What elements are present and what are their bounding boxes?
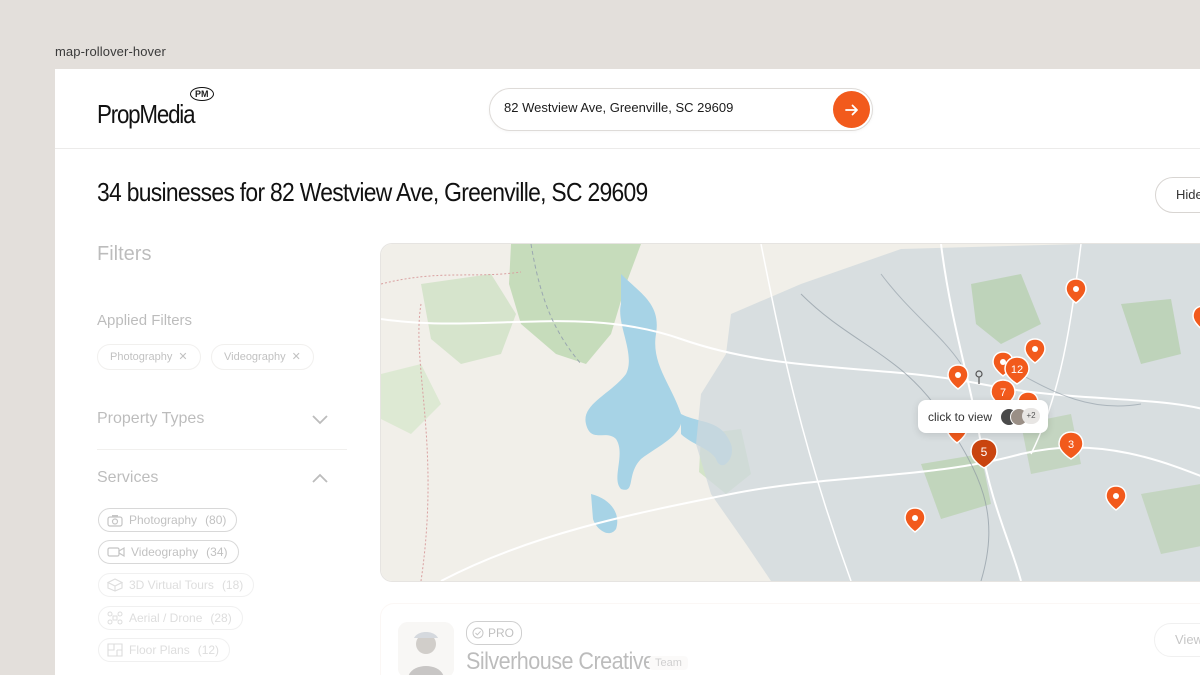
close-icon[interactable]: ✕: [292, 351, 301, 363]
results-map[interactable]: 12 7 5 3: [380, 243, 1200, 582]
chevron-up-icon[interactable]: [311, 472, 329, 484]
service-chip-videography[interactable]: Videography (34): [98, 540, 239, 564]
business-name[interactable]: Silverhouse Creative: [466, 648, 655, 675]
top-bar: PropMedia PM: [55, 69, 1200, 149]
service-chip-floor-plans[interactable]: Floor Plans (12): [98, 638, 231, 662]
chevron-down-icon[interactable]: [311, 414, 329, 426]
video-icon: [107, 546, 125, 558]
camera-icon: [107, 514, 123, 527]
property-types-toggle[interactable]: Property Types: [97, 410, 204, 428]
frame-label: map-rollover-hover: [55, 44, 166, 59]
close-icon[interactable]: ✕: [178, 351, 187, 363]
business-avatar: [398, 622, 454, 675]
3d-tour-icon: [107, 578, 123, 592]
service-label: Photography: [129, 513, 198, 527]
chip-label: Photography: [110, 351, 173, 363]
cluster-count: 5: [981, 445, 988, 459]
address-search: [489, 88, 873, 131]
service-label: 3D Virtual Tours: [129, 578, 214, 592]
service-label: Videography: [131, 545, 199, 559]
view-profile-button[interactable]: View: [1154, 623, 1200, 657]
filters-title: Filters: [97, 243, 152, 265]
divider: [97, 449, 347, 450]
applied-filters-title: Applied Filters: [97, 312, 193, 329]
cluster-count: 12: [1011, 364, 1023, 376]
search-input[interactable]: [504, 100, 814, 115]
map-hover-tooltip[interactable]: click to view +2: [918, 400, 1048, 433]
tooltip-avatars: +2: [1000, 408, 1040, 426]
result-card[interactable]: PRO Silverhouse Creative Team View: [380, 603, 1200, 675]
map-canvas[interactable]: 12 7 5 3: [381, 244, 1200, 581]
search-submit-button[interactable]: [833, 91, 870, 128]
service-label: Floor Plans: [129, 643, 190, 657]
service-label: Aerial / Drone: [129, 611, 203, 625]
service-count: (12): [197, 643, 220, 657]
drone-icon: [107, 611, 123, 625]
services-toggle[interactable]: Services: [97, 469, 158, 487]
chip-label: Videography: [224, 351, 286, 363]
tooltip-text: click to view: [928, 409, 993, 424]
team-tag: Team: [649, 656, 688, 670]
logo[interactable]: PropMedia: [97, 99, 196, 130]
service-chip-photography[interactable]: Photography (80): [98, 508, 238, 532]
floor-plan-icon: [107, 643, 123, 657]
service-count: (28): [210, 611, 232, 625]
hide-map-button[interactable]: Hide: [1155, 177, 1200, 213]
applied-filter-chip[interactable]: Videography ✕: [211, 344, 314, 370]
service-count: (80): [205, 513, 227, 527]
page-title: 34 businesses for 82 Westview Ave, Green…: [97, 177, 648, 207]
arrow-right-icon: [844, 104, 858, 115]
service-chip-3d-tours[interactable]: 3D Virtual Tours (18): [98, 573, 255, 597]
pro-badge: PRO: [466, 621, 523, 645]
more-count-badge: +2: [1022, 408, 1040, 424]
service-count: (18): [221, 578, 244, 592]
cluster-count: 7: [1000, 387, 1006, 399]
check-circle-icon: [472, 627, 484, 639]
logo-badge: PM: [190, 87, 214, 101]
cluster-count: 3: [1068, 439, 1074, 451]
app-window: PropMedia PM 34 businesses for 82 Westvi…: [55, 69, 1200, 675]
badge-label: PRO: [488, 626, 515, 640]
service-count: (34): [206, 545, 228, 559]
applied-filter-chip[interactable]: Photography ✕: [97, 344, 201, 370]
service-chip-aerial[interactable]: Aerial / Drone (28): [98, 606, 243, 630]
